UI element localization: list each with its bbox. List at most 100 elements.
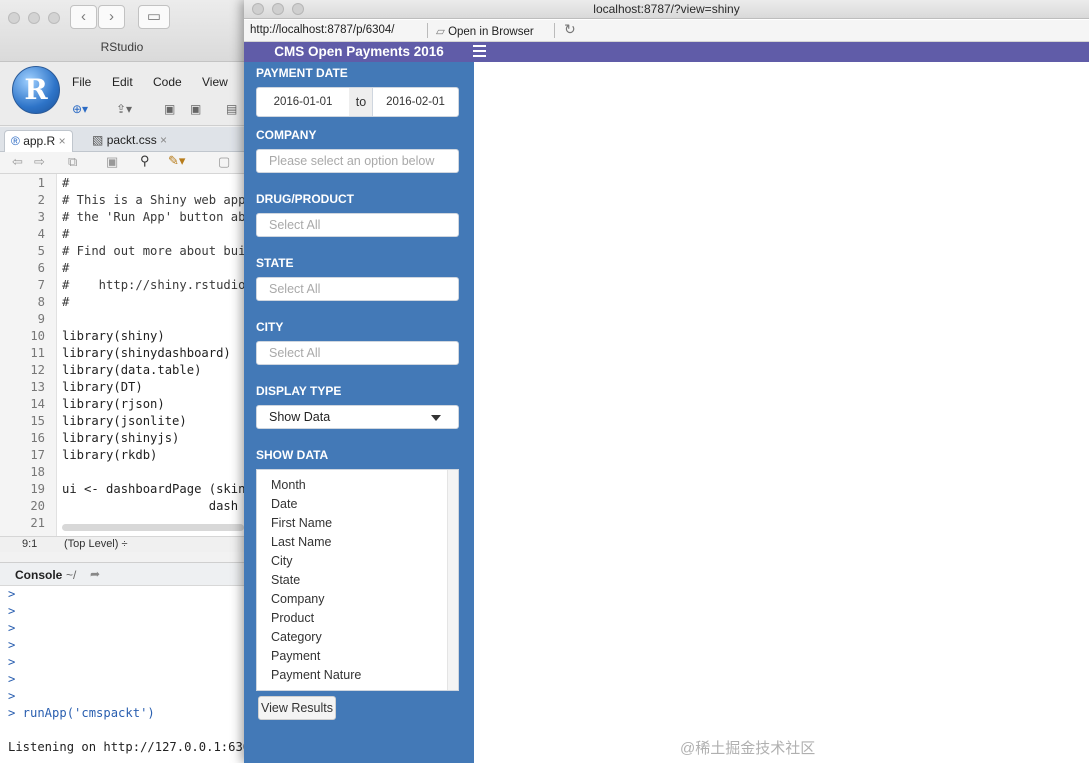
open-in-browser-label: Open in Browser bbox=[448, 26, 534, 38]
open-in-browser-button[interactable]: ▱ Open in Browser bbox=[436, 24, 534, 38]
r-file-icon: ® bbox=[11, 134, 20, 148]
list-item[interactable]: Payment bbox=[271, 647, 320, 666]
line-number: 18 bbox=[30, 465, 45, 479]
viewer-title: localhost:8787/?view=shiny bbox=[593, 2, 740, 16]
app-title: CMS Open Payments 2016 bbox=[274, 44, 444, 59]
compile-icon[interactable]: ▢ bbox=[218, 154, 230, 170]
line-number: 5 bbox=[37, 244, 45, 258]
list-item[interactable]: Date bbox=[271, 495, 297, 514]
code-text: # This is a Shiny web app bbox=[62, 193, 244, 207]
wand-icon[interactable]: ✎▾ bbox=[168, 153, 185, 169]
save-all-icon[interactable]: ▣ bbox=[190, 102, 201, 118]
code-editor[interactable]: 1 #2 # This is a Shiny web app 3 # the 'Run … bbox=[0, 174, 244, 536]
display-type-label: DISPLAY TYPE bbox=[256, 384, 342, 398]
list-item[interactable]: Month bbox=[271, 476, 306, 495]
line-number: 9 bbox=[37, 312, 45, 326]
url-field[interactable]: http://localhost:8787/p/6304/ bbox=[250, 24, 395, 36]
menu-file[interactable]: File bbox=[72, 75, 91, 89]
tab-app-r[interactable]: ® app.R × bbox=[4, 130, 73, 152]
rstudio-window: ‹ › ▭ RStudio R File Edit Code View ⊕▾ ⇪… bbox=[0, 0, 244, 763]
list-item[interactable]: Last Name bbox=[271, 533, 331, 552]
code-text: library(shinyjs) bbox=[62, 431, 180, 445]
drug-product-label: DRUG/PRODUCT bbox=[256, 192, 354, 206]
line-number: 21 bbox=[30, 516, 45, 530]
console-label[interactable]: Console bbox=[15, 568, 62, 582]
city-select[interactable]: Select All bbox=[256, 341, 459, 365]
forward-arrow-icon[interactable]: ⇨ bbox=[34, 154, 45, 170]
view-results-button[interactable]: View Results bbox=[258, 696, 336, 720]
zoom-window-button[interactable] bbox=[48, 12, 60, 24]
code-text: library(data.table) bbox=[62, 363, 202, 377]
save-icon[interactable]: ▣ bbox=[164, 102, 175, 118]
start-date-input[interactable]: 2016-01-01 bbox=[256, 87, 350, 117]
code-text: # bbox=[62, 295, 70, 309]
tab-packt-css[interactable]: ▧ packt.css × bbox=[86, 130, 173, 152]
close-window-button[interactable] bbox=[8, 12, 20, 24]
list-item[interactable]: Payment Nature bbox=[271, 666, 361, 685]
date-range-separator: to bbox=[349, 87, 373, 117]
code-text: library(shiny) bbox=[62, 329, 165, 343]
print-icon[interactable]: ▤ bbox=[226, 102, 237, 118]
scope-selector[interactable]: (Top Level) ÷ bbox=[64, 538, 128, 550]
company-label: COMPANY bbox=[256, 128, 317, 142]
menubar: R File Edit Code View ⊕▾ ⇪▾ ▣ ▣ ▤ bbox=[0, 62, 244, 126]
line-number: 14 bbox=[30, 397, 45, 411]
list-item[interactable]: Product bbox=[271, 609, 314, 628]
company-select[interactable]: Please select an option below bbox=[256, 149, 459, 173]
line-number: 8 bbox=[37, 295, 45, 309]
dashboard-sidebar: PAYMENT DATE 2016-01-01 to 2016-02-01 CO… bbox=[244, 62, 474, 763]
close-icon[interactable]: × bbox=[59, 134, 66, 148]
end-date-input[interactable]: 2016-02-01 bbox=[372, 87, 459, 117]
code-text: library(rjson) bbox=[62, 397, 165, 411]
chevron-down-icon bbox=[431, 415, 441, 421]
back-icon[interactable]: ‹ bbox=[70, 5, 97, 29]
css-file-icon: ▧ bbox=[92, 133, 104, 147]
listbox-scrollbar[interactable] bbox=[447, 470, 458, 690]
open-file-icon[interactable]: ⇪▾ bbox=[116, 102, 132, 118]
line-number: 16 bbox=[30, 431, 45, 445]
console-output[interactable]: > > > > > > > > runApp('cmspackt') Listening on … bbox=[0, 586, 244, 763]
console-line: > bbox=[8, 689, 16, 703]
list-item[interactable]: First Name bbox=[271, 514, 332, 533]
console-line: Listening on http://127.0.0.1:630 bbox=[8, 740, 244, 754]
menu-view[interactable]: View bbox=[202, 75, 228, 89]
close-icon[interactable]: × bbox=[160, 133, 167, 147]
shiny-viewer-window: localhost:8787/?view=shiny http://localh… bbox=[244, 0, 1089, 763]
horizontal-scrollbar[interactable] bbox=[62, 524, 244, 531]
list-item[interactable]: Company bbox=[271, 590, 325, 609]
list-item[interactable]: City bbox=[271, 552, 293, 571]
back-arrow-icon[interactable]: ⇦ bbox=[12, 154, 23, 170]
display-type-select[interactable]: Show Data bbox=[256, 405, 459, 429]
code-text: library(shinydashboard) bbox=[62, 346, 231, 360]
console-line: > bbox=[8, 587, 16, 601]
line-number: 6 bbox=[37, 261, 45, 275]
list-item[interactable]: Category bbox=[271, 628, 322, 647]
refresh-icon[interactable]: ↻ bbox=[564, 21, 576, 38]
code-text: # bbox=[62, 227, 70, 241]
menu-edit[interactable]: Edit bbox=[112, 75, 133, 89]
goto-dir-icon[interactable]: ➦ bbox=[90, 567, 100, 581]
console-line: > bbox=[8, 621, 16, 635]
sidebar-toggle-icon[interactable] bbox=[473, 45, 486, 60]
show-data-label: SHOW DATA bbox=[256, 448, 329, 462]
code-text: # bbox=[62, 261, 70, 275]
show-in-window-icon[interactable]: ⧉ bbox=[68, 154, 77, 170]
sidebar-toggle-icon[interactable]: ▭ bbox=[138, 5, 170, 29]
new-file-icon[interactable]: ⊕▾ bbox=[72, 102, 88, 118]
state-select[interactable]: Select All bbox=[256, 277, 459, 301]
minimize-window-button[interactable] bbox=[28, 12, 40, 24]
payment-date-range: 2016-01-01 to 2016-02-01 bbox=[256, 87, 459, 117]
search-icon[interactable]: ⚲ bbox=[140, 153, 150, 169]
line-number: 15 bbox=[30, 414, 45, 428]
city-label: CITY bbox=[256, 320, 284, 334]
code-text: # Find out more about bui bbox=[62, 244, 244, 258]
code-text: # bbox=[62, 176, 70, 190]
drug-product-select[interactable]: Select All bbox=[256, 213, 459, 237]
forward-icon[interactable]: › bbox=[98, 5, 125, 29]
save-icon[interactable]: ▣ bbox=[106, 154, 118, 170]
divider bbox=[554, 23, 555, 38]
line-number: 13 bbox=[30, 380, 45, 394]
menu-code[interactable]: Code bbox=[153, 75, 182, 89]
show-data-listbox[interactable]: Month Date First Name Last Name City State Com… bbox=[256, 469, 459, 691]
list-item[interactable]: State bbox=[271, 571, 300, 590]
